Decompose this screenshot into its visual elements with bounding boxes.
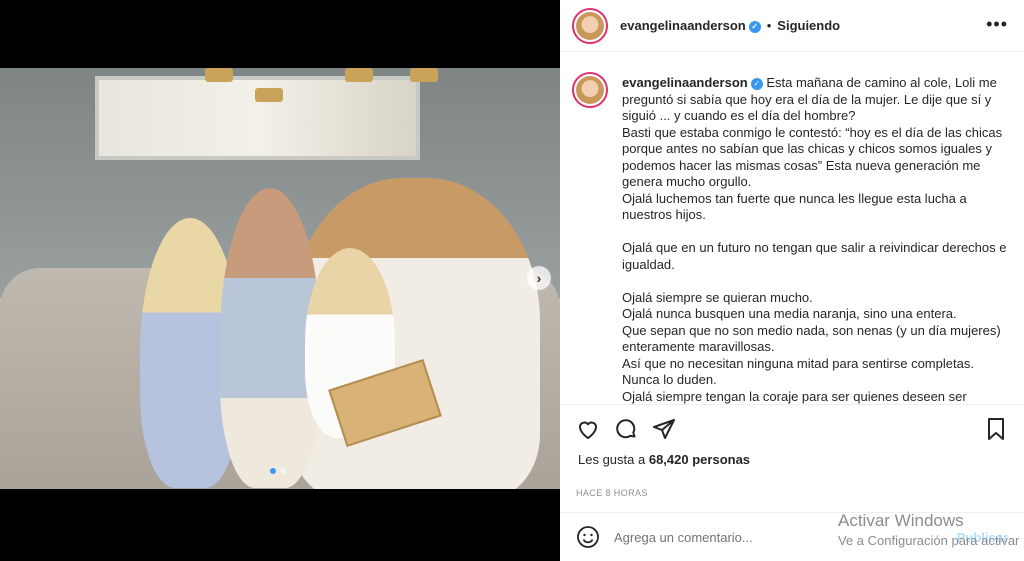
post-actions: Les gusta a 68,420 personas HACE 8 HORAS <box>560 404 1024 504</box>
post-header: evangelinaanderson ✓ • Siguiendo ••• <box>560 0 1024 52</box>
post-details-panel: evangelinaanderson ✓ • Siguiendo ••• evan… <box>560 0 1024 561</box>
username-link[interactable]: evangelinaanderson ✓ <box>620 18 761 33</box>
carousel-indicator <box>270 468 286 474</box>
chevron-right-icon: › <box>536 270 542 286</box>
carousel-dot-active <box>270 468 276 474</box>
caption-body: Esta mañana de camino al cole, Loli me p… <box>622 75 1007 404</box>
likes-count[interactable]: Les gusta a 68,420 personas <box>578 452 750 467</box>
post-photo[interactable] <box>0 68 560 489</box>
caption-area[interactable]: evangelinaanderson ✓ Esta mañana de camin… <box>560 53 1024 404</box>
media-pane: › <box>0 0 560 561</box>
verified-badge-icon: ✓ <box>750 78 763 90</box>
instagram-post-modal: › evangelinaanderson ✓ • Siguiendo ••• ev… <box>0 0 1024 561</box>
comment-icon[interactable] <box>614 417 638 441</box>
photo-lamp <box>410 68 438 82</box>
carousel-next-button[interactable]: › <box>527 266 551 290</box>
action-icons <box>576 417 676 441</box>
photo-lamp <box>345 68 373 82</box>
likes-suffix: personas <box>692 452 751 467</box>
following-button[interactable]: Siguiendo <box>777 18 840 33</box>
likes-number: 68,420 <box>648 452 689 467</box>
photo-lamp <box>205 68 233 82</box>
bookmark-icon[interactable] <box>984 417 1008 441</box>
carousel-dot <box>280 468 286 474</box>
avatar-image <box>576 76 604 104</box>
smiley-icon[interactable] <box>576 525 600 549</box>
verified-badge-icon: ✓ <box>748 21 761 33</box>
caption-text: evangelinaanderson ✓ Esta mañana de camin… <box>622 75 1008 404</box>
photo-lamp <box>255 88 283 102</box>
activation-subtitle: Ve a Configuración para activar <box>838 533 1020 548</box>
post-timestamp[interactable]: HACE 8 HORAS <box>576 488 648 498</box>
avatar-image <box>576 11 604 40</box>
caption-username[interactable]: evangelinaanderson <box>622 75 748 90</box>
avatar[interactable] <box>572 7 608 44</box>
activation-title: Activar Windows <box>838 511 964 530</box>
username-text: evangelinaanderson <box>620 18 746 33</box>
separator-dot: • <box>766 18 772 33</box>
paper-plane-icon[interactable] <box>652 417 676 441</box>
heart-icon[interactable] <box>576 417 600 441</box>
likes-prefix: Les gusta a <box>578 452 646 467</box>
caption-avatar[interactable] <box>572 72 608 108</box>
windows-activation-watermark: Activar Windows Ve a Configuración para … <box>838 511 1019 548</box>
ellipsis-icon[interactable]: ••• <box>986 14 1008 35</box>
